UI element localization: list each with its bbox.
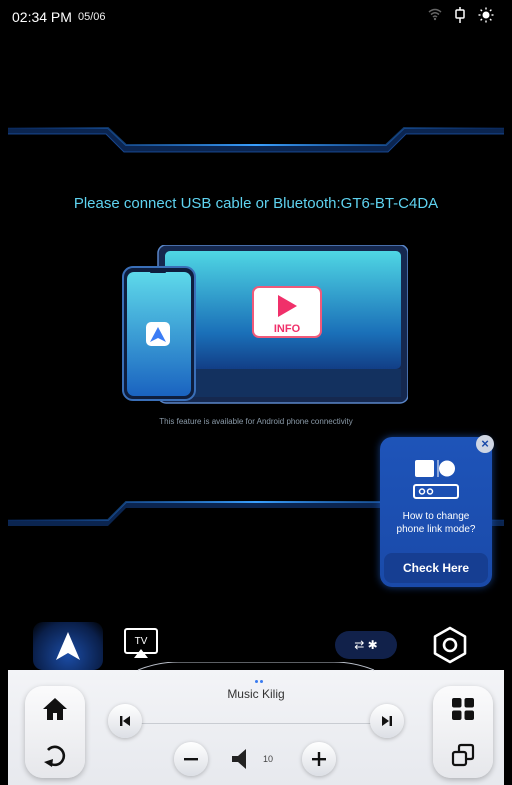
usb-phone-icon — [455, 7, 465, 23]
wifi-icon — [428, 8, 442, 21]
check-here-button[interactable]: Check Here — [384, 553, 488, 583]
control-bar: Music Kilig 10 — [8, 662, 504, 785]
now-playing-title: Music Kilig — [227, 687, 285, 701]
minus-icon — [184, 758, 198, 761]
popup-question-line2: phone link mode? — [396, 524, 476, 535]
player-track-line — [133, 723, 383, 724]
next-track-button[interactable] — [370, 704, 404, 738]
volume-down-button[interactable] — [174, 742, 208, 776]
speaker-icon — [232, 749, 246, 769]
android-auto-icon — [56, 632, 80, 660]
phone-tablet-illustration: INFO — [122, 245, 408, 404]
status-bar: 02:34 PM 05/06 — [8, 0, 504, 32]
screen: 02:34 PM 05/06 Please connect USB cable … — [8, 0, 504, 785]
close-icon[interactable]: × — [476, 435, 494, 453]
apps-grid-icon — [452, 698, 474, 720]
connect-prompt: Please connect USB cable or Bluetooth:GT… — [73, 195, 439, 212]
phone-link-mode-icon — [413, 460, 459, 499]
back-button[interactable] — [25, 732, 85, 778]
skip-previous-icon — [120, 716, 130, 726]
plus-icon — [312, 752, 326, 766]
brightness-icon — [478, 7, 494, 23]
top-frame-decoration — [8, 127, 504, 153]
apps-button[interactable] — [433, 686, 493, 732]
status-time: 02:34 PM — [12, 9, 72, 25]
feature-note: This feature is available for Android ph… — [159, 417, 353, 426]
recent-apps-icon — [451, 743, 475, 767]
status-date: 05/06 — [78, 11, 106, 23]
volume-up-button[interactable] — [302, 742, 336, 776]
volume-level: 10 — [263, 754, 274, 764]
settings-icon[interactable] — [431, 626, 469, 664]
recent-apps-button[interactable] — [433, 732, 493, 778]
skip-next-icon — [382, 716, 392, 726]
connection-mode-toggle[interactable]: ⇄ ✱ — [335, 631, 397, 659]
screen-cast-icon[interactable]: TV — [123, 627, 159, 659]
popup-question: How to change phone link mode? — [384, 510, 488, 536]
back-icon — [44, 745, 66, 767]
info-label: INFO — [274, 323, 301, 335]
cast-tv-label: TV — [135, 636, 148, 647]
link-mode-popup: × How to change phone link mode? Check H… — [380, 435, 494, 587]
popup-question-line1: How to change — [402, 511, 470, 522]
right-control-panel — [433, 686, 493, 778]
previous-track-button[interactable] — [108, 704, 142, 738]
page-indicator — [254, 670, 274, 683]
